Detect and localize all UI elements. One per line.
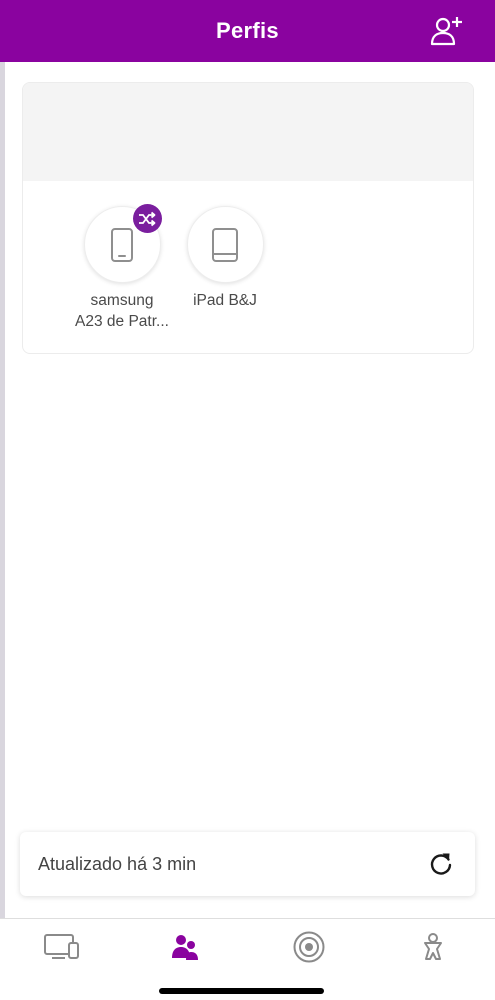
profile-card-banner xyxy=(23,83,473,181)
add-profile-button[interactable] xyxy=(429,14,465,48)
add-user-icon xyxy=(430,17,462,46)
tab-profiles[interactable] xyxy=(155,927,215,967)
device-samsung[interactable]: samsung A23 de Patr... xyxy=(67,204,177,332)
device-name: iPad B&J xyxy=(170,290,280,311)
tab-devices[interactable] xyxy=(32,927,92,967)
page-title: Perfis xyxy=(216,18,279,43)
profile-badge xyxy=(132,204,162,233)
device-avatar xyxy=(83,204,162,283)
device-name-line1: samsung xyxy=(90,292,154,309)
left-edge-divider xyxy=(0,62,5,918)
broadcast-icon xyxy=(293,931,325,963)
app-header: Perfis xyxy=(0,0,495,62)
profiles-icon xyxy=(172,935,198,960)
device-ipad[interactable]: iPad B&J xyxy=(170,206,280,311)
shuffle-icon xyxy=(139,211,156,226)
smartphone-icon xyxy=(111,227,133,262)
devices-icon xyxy=(44,934,79,959)
tablet-icon xyxy=(212,227,238,262)
update-status-bar: Atualizado há 3 min xyxy=(20,832,475,896)
tab-person[interactable] xyxy=(403,927,463,967)
profile-card: samsung A23 de Patr... iPad B&J xyxy=(22,82,474,354)
refresh-icon xyxy=(430,853,452,875)
tab-broadcast[interactable] xyxy=(279,927,339,967)
person-icon xyxy=(424,933,442,960)
home-indicator xyxy=(159,988,324,994)
device-name: samsung A23 de Patr... xyxy=(67,290,177,332)
device-avatar xyxy=(186,206,264,283)
refresh-button[interactable] xyxy=(425,848,457,880)
last-updated-text: Atualizado há 3 min xyxy=(38,853,197,874)
device-name-line2: A23 de Patr... xyxy=(75,313,169,330)
device-name-line1: iPad B&J xyxy=(193,292,257,309)
